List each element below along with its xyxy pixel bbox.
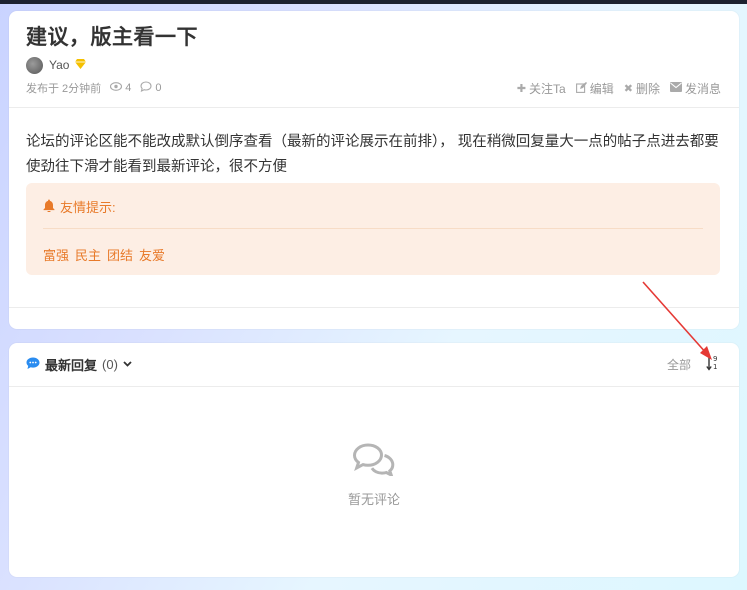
- post-actions: ✚ 关注Ta 编辑 ✖ 删除 发消息: [517, 80, 721, 97]
- post-meta: 发布于 2分钟前 4 0: [26, 80, 161, 96]
- follow-label: 关注Ta: [529, 82, 566, 96]
- follow-button[interactable]: ✚ 关注Ta: [517, 80, 566, 97]
- author-name[interactable]: Yao: [49, 58, 69, 72]
- post-body: 论坛的评论区能不能改成默认倒序查看（最新的评论展示在前排）， 现在稍微回复量大一…: [26, 134, 719, 175]
- close-icon: ✖: [623, 83, 633, 95]
- comments-title: 最新回复: [45, 358, 98, 373]
- delete-button[interactable]: ✖ 删除: [624, 80, 660, 97]
- chevron-down-icon[interactable]: [123, 359, 132, 370]
- plus-icon: ✚: [516, 83, 527, 95]
- delete-label: 删除: [635, 82, 660, 96]
- comments-divider: [9, 386, 739, 387]
- svg-text:9: 9: [713, 355, 717, 363]
- footer-divider: [9, 307, 739, 308]
- comments-header[interactable]: 最新回复 (0): [26, 355, 132, 374]
- edit-label: 编辑: [589, 82, 614, 96]
- comments-count: 0: [155, 82, 162, 94]
- sort-numeric-desc-icon[interactable]: 9 1: [706, 354, 720, 372]
- comments-count: (0): [102, 357, 118, 372]
- notice-tags: 富强 民主 团结 友爱: [43, 245, 165, 264]
- notice-tag: 富强: [43, 248, 70, 263]
- top-bar: [0, 0, 747, 4]
- empty-comments-icon: [352, 442, 396, 481]
- empty-comments-text: 暂无评论: [347, 492, 400, 507]
- post-title: 建议，版主看一下: [26, 26, 198, 49]
- comment-icon: [140, 81, 152, 95]
- publish-time: 发布于 2分钟前: [26, 83, 102, 95]
- comments-counter: 0: [140, 81, 161, 95]
- message-button[interactable]: 发消息: [669, 80, 721, 97]
- notice-title-text: 友情提示:: [60, 200, 116, 215]
- envelope-icon: [669, 82, 682, 95]
- notice-tag: 民主: [75, 248, 102, 263]
- edit-button[interactable]: 编辑: [575, 80, 614, 97]
- notice-tag: 友爱: [139, 248, 166, 263]
- avatar[interactable]: [26, 56, 43, 74]
- filter-all-button[interactable]: 全部: [667, 356, 691, 373]
- vip-gem-icon: [75, 58, 87, 72]
- notice-divider: [43, 228, 703, 229]
- post-card: 建议，版主看一下 Yao 发布于 2分钟前 4 0 ✚ 关注Ta 编辑 ✖ 删除…: [9, 11, 739, 329]
- svg-text:1: 1: [713, 363, 717, 371]
- bell-icon: [43, 199, 55, 215]
- notice-title: 友情提示:: [43, 197, 116, 216]
- eye-icon: [110, 82, 123, 94]
- notice-tag: 团结: [107, 248, 134, 263]
- author-info[interactable]: Yao: [26, 56, 87, 74]
- message-label: 发消息: [684, 82, 721, 96]
- views-counter: 4: [110, 82, 131, 94]
- notice-box: 友情提示: 富强 民主 团结 友爱: [26, 183, 720, 275]
- chat-bubble-icon: [26, 357, 40, 373]
- header-divider: [9, 107, 739, 108]
- edit-icon: [575, 81, 587, 96]
- views-count: 4: [125, 82, 132, 94]
- comments-card: 最新回复 (0) 全部 9 1 暂无评论: [9, 343, 739, 577]
